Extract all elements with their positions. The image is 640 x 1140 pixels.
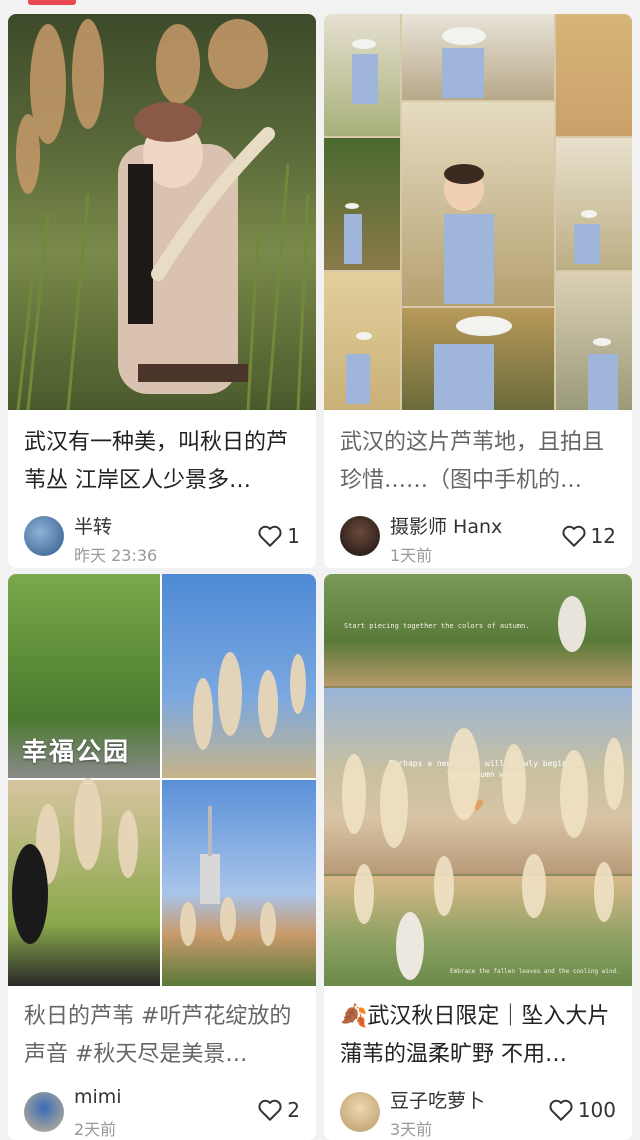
like-button[interactable]: 2 xyxy=(257,1098,300,1122)
note-title[interactable]: 武汉有一种美，叫秋日的芦苇丛 江岸区人少景多… xyxy=(24,424,302,500)
like-count: 100 xyxy=(577,1098,616,1122)
author-avatar[interactable] xyxy=(340,1092,380,1132)
post-time: 1天前 xyxy=(390,546,433,565)
note-card-3[interactable]: 幸福公园 秋日的芦苇 #听芦花绽放的声音 #秋天尽是美景… mimi 2天前 2 xyxy=(8,574,316,1140)
note-cover-image[interactable] xyxy=(324,14,632,410)
note-cover-image[interactable]: Start piecing together the colors of aut… xyxy=(324,574,632,986)
heart-icon xyxy=(562,525,586,547)
note-title[interactable]: 🍂武汉秋日限定｜坠入大片蒲苇的温柔旷野 不用… xyxy=(340,998,618,1074)
like-button[interactable]: 100 xyxy=(548,1098,616,1122)
author-name[interactable]: 半转 xyxy=(74,512,112,539)
note-card-4[interactable]: Start piecing together the colors of aut… xyxy=(324,574,632,1140)
author-avatar[interactable] xyxy=(24,516,64,556)
heart-icon xyxy=(258,525,282,547)
leaf-emoji-icon: 🍂 xyxy=(340,1004,368,1029)
post-time: 3天前 xyxy=(390,1120,433,1139)
post-time: 2天前 xyxy=(74,1120,117,1139)
author-avatar[interactable] xyxy=(340,516,380,556)
like-count: 2 xyxy=(287,1098,300,1122)
like-count: 12 xyxy=(590,524,616,548)
active-tab-indicator xyxy=(28,0,76,5)
note-card-2[interactable]: 武汉的这片芦苇地，且拍且珍惜……（图中手机的… 摄影师 Hanx 1天前 12 xyxy=(324,14,632,568)
like-count: 1 xyxy=(287,524,300,548)
post-time: 昨天 23:36 xyxy=(74,546,158,565)
author-name[interactable]: 摄影师 Hanx xyxy=(390,512,502,539)
note-title[interactable]: 秋日的芦苇 #听芦花绽放的声音 #秋天尽是美景… xyxy=(24,998,302,1074)
note-cover-image[interactable] xyxy=(8,14,316,410)
heart-icon xyxy=(549,1099,573,1121)
author-name[interactable]: 豆子吃萝卜 xyxy=(390,1086,485,1113)
like-button[interactable]: 12 xyxy=(561,524,616,548)
note-cover-image[interactable]: 幸福公园 xyxy=(8,574,316,986)
author-avatar[interactable] xyxy=(24,1092,64,1132)
like-button[interactable]: 1 xyxy=(257,524,300,548)
author-name[interactable]: mimi xyxy=(74,1086,122,1108)
note-card-1[interactable]: 武汉有一种美，叫秋日的芦苇丛 江岸区人少景多… 半转 昨天 23:36 1 xyxy=(8,14,316,568)
heart-icon xyxy=(258,1099,282,1121)
note-title[interactable]: 武汉的这片芦苇地，且拍且珍惜……（图中手机的… xyxy=(340,424,618,500)
